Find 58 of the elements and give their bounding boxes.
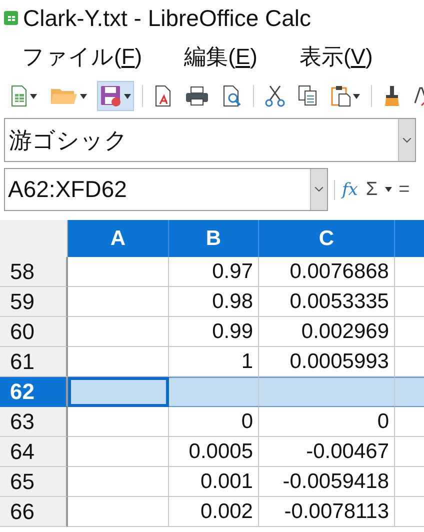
table-cell: 0.0005993 (259, 347, 395, 377)
font-name-field[interactable]: 游ゴシック (4, 118, 416, 162)
table-cell: 0.98 (169, 287, 259, 317)
copy-icon (298, 85, 318, 107)
table-cell: 0.001 (169, 467, 259, 497)
pdf-icon (154, 85, 172, 107)
table-cell: 0.0005 (169, 437, 259, 467)
scissors-icon (265, 85, 285, 107)
row-header[interactable]: 63 (0, 407, 68, 437)
toolbar-button[interactable] (98, 82, 133, 110)
table-cell: 0.0053335 (259, 287, 395, 317)
menu-item[interactable]: ファイル(F) (20, 42, 144, 72)
caret-icon (30, 94, 37, 98)
row-header[interactable]: 66 (0, 497, 68, 527)
window-title: Clark-Y.txt - LibreOffice Calc (23, 4, 312, 32)
paintbrush-icon (383, 85, 401, 107)
row-header[interactable]: 58 (0, 257, 68, 287)
spreadsheet-icon (4, 11, 18, 25)
column-header[interactable]: C (259, 220, 395, 257)
save-icon (100, 85, 122, 107)
caret-icon (384, 187, 392, 192)
magnifier-page-icon (222, 85, 242, 107)
caret-icon (124, 94, 131, 98)
row-header[interactable]: 61 (0, 347, 68, 377)
clipboard-icon (331, 85, 351, 107)
table-cell: 0.97 (169, 257, 259, 287)
row-header[interactable]: 64 (0, 437, 68, 467)
caret-icon (353, 94, 360, 98)
sum-button[interactable]: Σ (364, 178, 379, 200)
row-header[interactable]: 65 (0, 467, 68, 497)
table-cell: 0 (169, 407, 259, 437)
table-cell: 0.99 (169, 317, 259, 347)
chevron-down-icon (403, 138, 411, 142)
menu-item[interactable]: 表示(V) (297, 42, 375, 72)
table-cell: 0.002 (169, 497, 259, 527)
function-wizard-button[interactable]: fx (341, 180, 359, 200)
clear-formatting-icon (414, 85, 424, 107)
row-header[interactable]: 60 (0, 317, 68, 347)
table-cell: -0.00467 (259, 437, 395, 467)
caret-icon (80, 94, 87, 98)
menu-item[interactable]: 編集(E) (182, 42, 260, 72)
table-cell (395, 377, 424, 407)
name-box[interactable]: A62:XFD62 (4, 168, 328, 211)
printer-icon (185, 86, 209, 106)
chevron-down-icon (315, 187, 323, 192)
table-cell: -0.0078113 (259, 497, 395, 527)
row-header[interactable]: 62 (0, 377, 68, 407)
table-cell: -0.0059418 (259, 467, 395, 497)
row-header[interactable]: 59 (0, 287, 68, 317)
table-cell: 0 (259, 407, 395, 437)
folder-icon (50, 86, 78, 106)
table-cell: 0.0076868 (259, 257, 395, 287)
table-cell: 0.002969 (259, 317, 395, 347)
table-cell: 1 (169, 347, 259, 377)
formula-button[interactable]: = (398, 178, 411, 200)
spreadsheet-icon (10, 85, 28, 107)
column-header[interactable]: A (68, 220, 169, 257)
column-header[interactable]: B (169, 220, 259, 257)
